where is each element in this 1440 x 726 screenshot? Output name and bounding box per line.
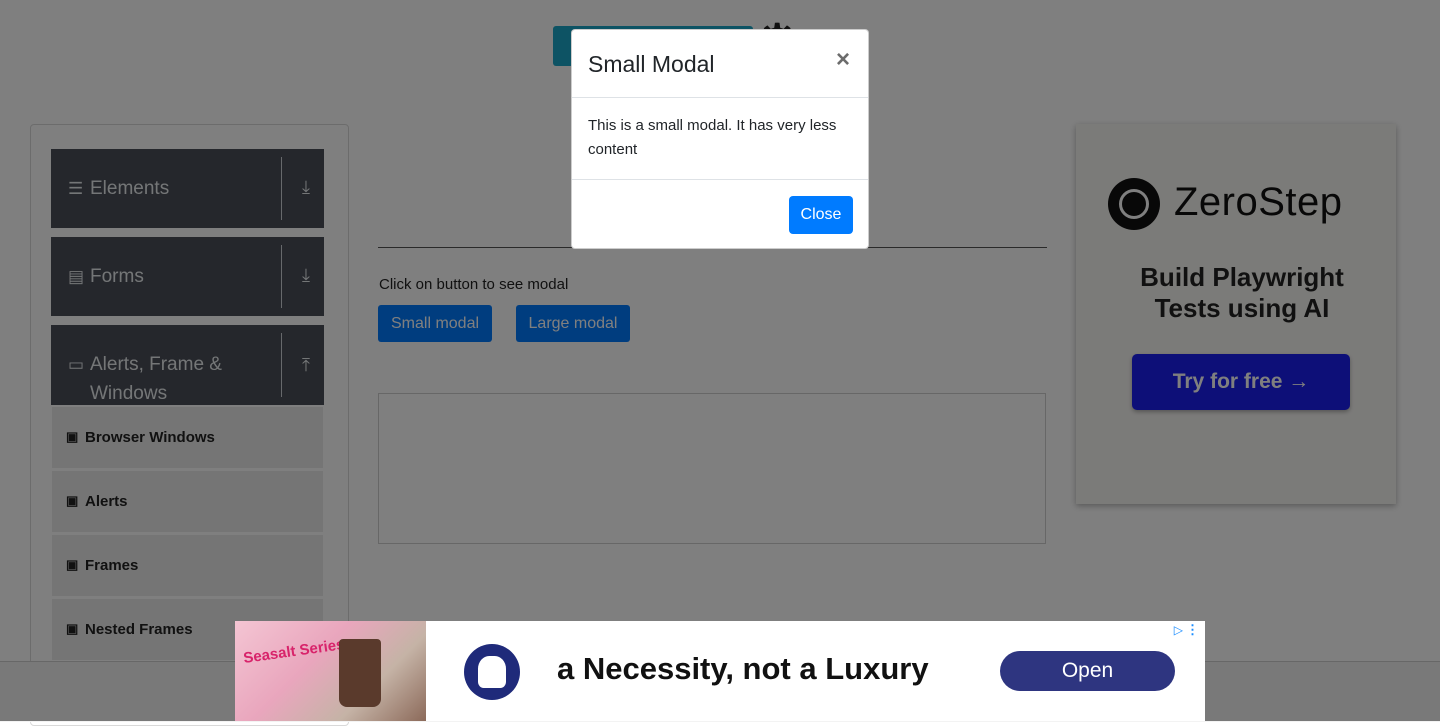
modal-title: Small Modal — [588, 51, 715, 77]
small-modal-dialog: Small Modal × This is a small modal. It … — [571, 29, 869, 249]
bottom-ad[interactable]: Seasalt Series a Necessity, not a Luxury… — [235, 621, 1205, 721]
ad-product-image: Seasalt Series — [235, 621, 426, 721]
coffee-cup-icon — [339, 639, 381, 707]
modal-body: This is a small modal. It has very less … — [588, 117, 837, 158]
brand-logo-icon — [464, 644, 520, 700]
ad-promo-text: Seasalt Series — [242, 636, 346, 667]
close-icon[interactable]: × — [832, 46, 854, 74]
modal-header: Small Modal × — [572, 30, 868, 98]
close-button[interactable]: Close — [789, 196, 853, 234]
ad-headline: a Necessity, not a Luxury — [557, 651, 929, 686]
modal-footer: Close — [572, 179, 868, 249]
ad-open-button[interactable]: Open — [1000, 651, 1175, 691]
ad-choices-icon[interactable]: ▷ — [1174, 623, 1183, 637]
more-options-icon[interactable]: ⋮ — [1186, 622, 1199, 638]
